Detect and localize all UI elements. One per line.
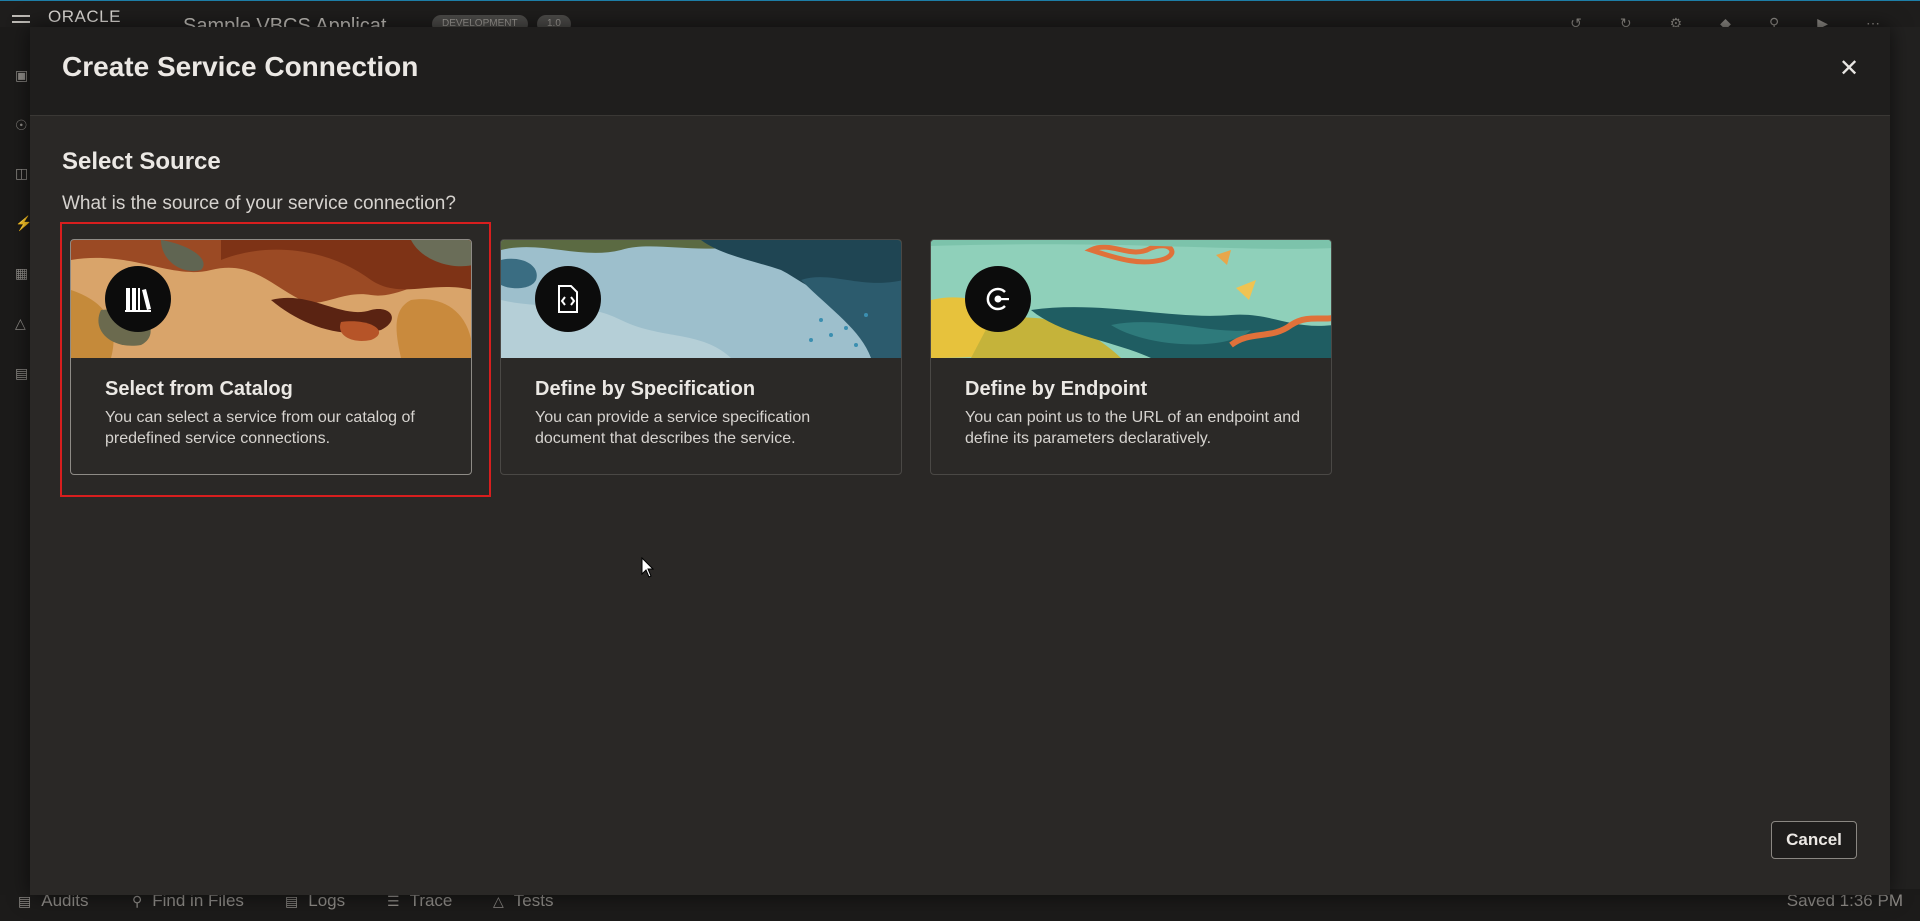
desktop-icon[interactable]: ▣: [15, 67, 28, 84]
mouse-cursor-icon: [641, 557, 655, 578]
catalog-books-icon: [105, 266, 171, 332]
left-sidebar: ▣ ☉ ◫ ⚡ ▦ △ ▤: [0, 27, 32, 895]
section-subtitle: What is the source of your service conne…: [62, 193, 456, 214]
option-card-endpoint[interactable]: Define by Endpoint You can point us to t…: [930, 239, 1332, 475]
endpoint-icon: [965, 266, 1031, 332]
cancel-button[interactable]: Cancel: [1771, 821, 1857, 859]
card-description: You can provide a service specification …: [535, 409, 811, 447]
section-title: Select Source: [62, 148, 221, 175]
close-icon: ✕: [1838, 55, 1860, 82]
right-strip: [1890, 27, 1920, 895]
logs-icon: ▤: [285, 893, 299, 909]
card-title: Select from Catalog: [105, 378, 293, 400]
card-description: You can point us to the URL of an endpoi…: [965, 409, 1301, 447]
card-title: Define by Specification: [535, 378, 756, 400]
search-icon: ⚲: [132, 893, 143, 909]
components-icon[interactable]: ▦: [15, 265, 28, 282]
option-card-specification[interactable]: Define by Specification You can provide …: [500, 239, 902, 475]
close-button[interactable]: ✕: [1834, 54, 1864, 84]
card-title: Define by Endpoint: [965, 378, 1148, 400]
trace-icon: ☰: [387, 893, 400, 909]
tests-icon: △: [493, 893, 504, 909]
database-icon[interactable]: ◫: [15, 165, 28, 182]
services-icon[interactable]: ☉: [15, 117, 28, 134]
dialog-title: Create Service Connection: [62, 51, 419, 82]
audits-icon: ▤: [18, 893, 32, 909]
oracle-logo: ORACLE: [48, 7, 121, 26]
option-card-catalog[interactable]: Select from Catalog You can select a ser…: [70, 239, 472, 475]
create-service-connection-dialog: Create Service Connection ✕ Select Sourc…: [30, 27, 1890, 895]
card-description: You can select a service from our catalo…: [105, 409, 415, 447]
app-header: ORACLE Sample VBCS Applicat DEVELOPMENT …: [0, 0, 1920, 37]
process-icon[interactable]: △: [15, 315, 26, 332]
document-code-icon: [535, 266, 601, 332]
source-file-icon[interactable]: ▤: [15, 365, 28, 382]
dialog-header: Create Service Connection ✕: [30, 27, 1890, 116]
